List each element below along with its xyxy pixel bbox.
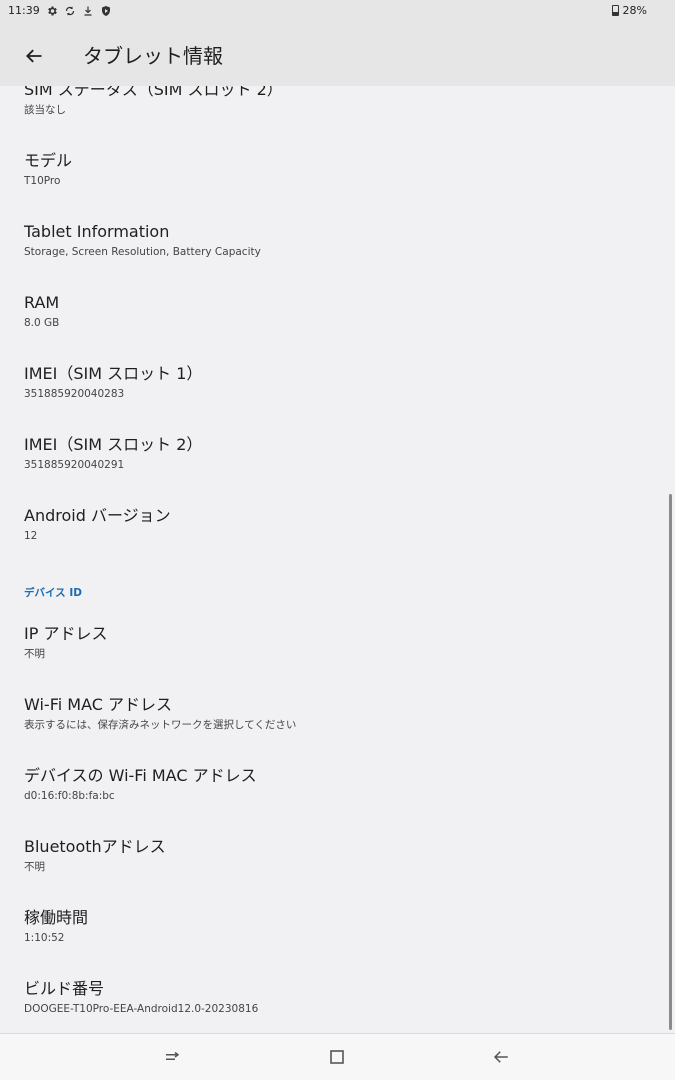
list-item-imei-slot2[interactable]: IMEI（SIM スロット 2） 351885920040291 [24,435,654,472]
list-item-device-wifi-mac[interactable]: デバイスの Wi-Fi MAC アドレス d0:16:f0:8b:fa:bc [24,766,654,803]
status-left: 11:39 [8,4,112,17]
back-icon [493,1051,508,1063]
list-item-imei-slot1[interactable]: IMEI（SIM スロット 1） 351885920040283 [24,364,654,401]
item-subtitle: DOOGEE-T10Pro-EEA-Android12.0-20230816 [24,1003,259,1015]
battery-icon [611,5,619,16]
list-item-wifi-mac[interactable]: Wi-Fi MAC アドレス 表示するには、保存済みネットワークを選択してくださ… [24,695,654,732]
list-item-tablet-information[interactable]: Tablet Information Storage, Screen Resol… [24,222,654,259]
item-subtitle: 表示するには、保存済みネットワークを選択してください [24,719,297,731]
item-subtitle: 351885920040291 [24,459,125,471]
list-item-uptime[interactable]: 稼働時間 1:10:52 [24,908,654,945]
home-button[interactable] [326,1046,348,1068]
item-title: Bluetoothアドレス [24,837,166,856]
nav-back-button[interactable] [490,1046,512,1068]
item-title: IMEI（SIM スロット 2） [24,435,203,454]
item-subtitle: Storage, Screen Resolution, Battery Capa… [24,246,261,258]
navigation-bar [0,1033,675,1080]
item-title: ビルド番号 [24,979,105,998]
battery-percent: 28% [622,4,647,17]
list-item-ram[interactable]: RAM 8.0 GB [24,293,654,330]
item-title: IMEI（SIM スロット 1） [24,364,203,383]
settings-list[interactable]: SIM ステータス（SIM スロット 2） 該当なし モデル T10Pro Ta… [0,86,675,1033]
status-right: 28% [611,4,647,17]
recent-apps-icon [166,1051,180,1060]
item-subtitle: T10Pro [24,175,61,187]
item-subtitle: 該当なし [24,104,66,116]
recent-apps-button[interactable] [161,1046,183,1068]
item-subtitle: d0:16:f0:8b:fa:bc [24,790,115,802]
list-item-bluetooth-address[interactable]: Bluetoothアドレス 不明 [24,837,654,874]
item-subtitle: 不明 [24,648,45,660]
app-bar: タブレット情報 [0,24,675,86]
settings-icon [46,5,58,17]
list-item-build-number[interactable]: ビルド番号 DOOGEE-T10Pro-EEA-Android12.0-2023… [24,979,654,1016]
sync-icon [64,5,76,17]
item-title: モデル [24,151,73,170]
item-subtitle: 12 [24,530,38,542]
item-title: IP アドレス [24,624,108,643]
item-title: SIM ステータス（SIM スロット 2） [24,86,283,99]
item-title: Android バージョン [24,506,171,525]
back-button[interactable] [20,42,48,70]
section-header-device-id: デバイス ID [24,587,82,599]
item-title: RAM [24,293,60,312]
item-subtitle: 8.0 GB [24,317,60,329]
list-item-sim-status-slot2[interactable]: SIM ステータス（SIM スロット 2） 該当なし [24,86,654,117]
download-icon [82,5,94,17]
item-subtitle: 1:10:52 [24,932,65,944]
item-title: Tablet Information [24,222,170,241]
item-subtitle: 不明 [24,861,45,873]
home-icon [330,1050,344,1064]
shield-icon [100,5,112,17]
list-item-model[interactable]: モデル T10Pro [24,151,654,188]
item-title: Wi-Fi MAC アドレス [24,695,172,714]
scrollbar[interactable] [669,494,672,1030]
battery-fill [612,12,618,15]
status-bar: 11:39 28% [0,0,675,24]
list-item-ip-address[interactable]: IP アドレス 不明 [24,624,654,661]
list-item-android-version[interactable]: Android バージョン 12 [24,506,654,543]
item-title: 稼働時間 [24,908,89,927]
page-title: タブレット情報 [83,44,223,68]
item-title: デバイスの Wi-Fi MAC アドレス [24,766,257,785]
arrow-left-icon [26,49,42,63]
item-subtitle: 351885920040283 [24,388,125,400]
status-time: 11:39 [8,4,40,17]
